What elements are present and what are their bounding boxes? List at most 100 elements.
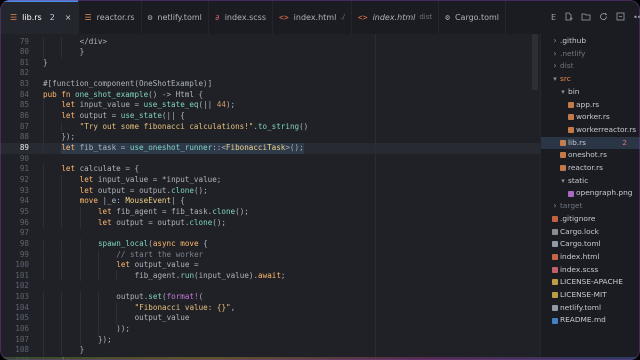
- indent-guide: [79, 334, 81, 346]
- line-number: 82: [19, 68, 29, 78]
- tab-Cargo-toml[interactable]: ⚙ Cargo.toml: [439, 0, 507, 34]
- tree-item-workerreactor-rs[interactable]: workerreactor.rs: [541, 124, 640, 137]
- code-line[interactable]: 101 fib_agent.run(input_value).await;: [0, 270, 540, 282]
- editor-tabs: ☰ lib.rs 2 × ☰ reactor.rs ⚙ netlify.toml ∂ index.…: [0, 0, 507, 34]
- tree-item-reactor-rs[interactable]: reactor.rs: [541, 162, 640, 175]
- tree-item-readme-md[interactable]: README.md: [541, 314, 640, 327]
- new-file-icon[interactable]: [564, 12, 573, 23]
- code-token: async move: [152, 238, 204, 248]
- tree-item-dist[interactable]: › dist: [541, 60, 640, 73]
- code-line[interactable]: 108}: [0, 345, 540, 356]
- indent-guide: [61, 238, 63, 250]
- code-editor[interactable]: 79 </div> 80} 81} 82 83 #[function_component(O…: [0, 34, 540, 360]
- tree-item-lib-rs[interactable]: lib.rs 2: [541, 136, 640, 150]
- code-line[interactable]: 81}: [0, 58, 540, 69]
- indent-guide: [43, 324, 44, 335]
- code-line[interactable]: 98 spawn_local(async move {: [0, 238, 540, 250]
- tree-item-index-html[interactable]: index.html: [541, 251, 640, 264]
- code-token: ;: [280, 270, 286, 280]
- editor-window: ☰ lib.rs 2 × ☰ reactor.rs ⚙ netlify.toml ∂ index.…: [0, 0, 640, 360]
- code-line[interactable]: 82: [0, 68, 540, 79]
- tree-item-static[interactable]: ▾ static: [541, 175, 640, 188]
- code-line[interactable]: 99 // start the worker: [0, 249, 540, 261]
- new-folder-icon[interactable]: [581, 12, 591, 23]
- indent-guide: [116, 270, 118, 282]
- code-line[interactable]: 84 pub fn one_shot_example() -> Html {: [0, 90, 540, 101]
- tab-index-scss[interactable]: ∂ index.scss: [209, 0, 274, 34]
- tree-item-dot-netlify[interactable]: › .netlify: [541, 48, 640, 61]
- indent-guide: [97, 270, 99, 282]
- code-line[interactable]: 83 #[function_component(OneShotExample)]: [0, 79, 540, 90]
- tree-item-oneshot-rs[interactable]: oneshot.rs: [541, 149, 640, 162]
- tab-index-html-root[interactable]: <> index.html ./: [273, 0, 352, 34]
- code-line[interactable]: 100 let output_value =: [0, 260, 540, 271]
- code-text: let fib_agent = fib_task.clone();: [98, 207, 249, 218]
- code-line[interactable]: 85 let input_value = use_state_eq(|| 44);: [0, 100, 540, 112]
- tree-item-license-mit[interactable]: LICENSE-MIT: [541, 289, 640, 302]
- code-text: </div>: [80, 37, 107, 48]
- code-token: spawn_local: [97, 238, 149, 248]
- tab-lib-rs[interactable]: ☰ lib.rs 2 ×: [0, 0, 79, 34]
- collapse-all-icon[interactable]: [616, 12, 625, 23]
- code-line-current[interactable]: 89 let fib_task = use_oneshot_runner::<Fi…: [0, 143, 540, 154]
- indent-guide: [97, 292, 99, 303]
- tree-item-cargo-toml[interactable]: Cargo.toml: [541, 238, 640, 251]
- line-number: 105: [15, 313, 29, 323]
- tab-netlify-toml[interactable]: ⚙ netlify.toml: [142, 0, 209, 34]
- code-line[interactable]: 105 output_value: [0, 313, 540, 325]
- code-line[interactable]: 86 let output = use_state(|| {: [0, 111, 540, 122]
- tree-item-index-scss[interactable]: index.scss: [541, 264, 640, 277]
- tab-index-html-dist[interactable]: <> index.html dist: [352, 0, 440, 34]
- code-line[interactable]: 96 let output = output.clone();: [0, 217, 540, 229]
- code-line[interactable]: 90: [0, 154, 540, 165]
- refresh-icon[interactable]: [599, 12, 608, 23]
- code-line[interactable]: 79 </div>: [0, 36, 540, 48]
- code-text: });: [98, 335, 112, 346]
- editor-scrollbar-thumb[interactable]: [532, 34, 538, 90]
- tab-reactor-rs[interactable]: ☰ reactor.rs: [79, 0, 142, 34]
- tree-item-bin[interactable]: ▾ bin: [541, 86, 640, 99]
- indent-guide: [43, 132, 44, 143]
- code-line[interactable]: 102: [0, 281, 540, 292]
- code-token: ();: [193, 185, 208, 195]
- tree-item-worker-rs[interactable]: worker.rs: [541, 111, 640, 124]
- tree-item-app-rs[interactable]: app.rs: [541, 99, 640, 112]
- code-line[interactable]: 91 let calculate = {: [0, 164, 540, 175]
- code-line[interactable]: 94 move |_e: MouseEvent| {: [0, 196, 540, 207]
- chevron-right-icon: ›: [553, 36, 557, 45]
- tree-item-netlify-toml[interactable]: netlify.toml: [541, 302, 640, 315]
- code-line[interactable]: 88});: [0, 132, 540, 143]
- tree-item-dot-gitignore[interactable]: .gitignore: [541, 213, 640, 226]
- line-number: 86: [19, 111, 29, 121]
- code-line[interactable]: 80}: [0, 47, 540, 58]
- tree-item-label: worker.rs: [576, 112, 610, 122]
- gear-icon: ⚙: [445, 12, 450, 22]
- code-line[interactable]: 103 output.set(format!(: [0, 292, 540, 303]
- tree-item-cargo-lock[interactable]: Cargo.lock: [541, 226, 640, 239]
- tree-item-target[interactable]: › target: [541, 200, 640, 213]
- code-token: });: [97, 334, 112, 344]
- more-actions-icon[interactable]: •••: [633, 13, 640, 22]
- code-line[interactable]: 92 let input_value = *input_value;: [0, 174, 540, 186]
- code-line[interactable]: 95 let fib_agent = fib_task.clone();: [0, 206, 540, 218]
- tree-item-src[interactable]: ▾ src: [541, 73, 640, 86]
- tab-label: Cargo.toml: [454, 12, 500, 22]
- code-line[interactable]: 104 "Fibonacci value: {}",: [0, 302, 540, 314]
- close-tab-icon[interactable]: ×: [65, 13, 72, 22]
- indent-guide: [43, 196, 44, 207]
- tree-item-dot-github[interactable]: › .github: [541, 35, 640, 48]
- rust-file-icon: [560, 139, 566, 146]
- indent-guide: [43, 36, 44, 48]
- indent-guide: [61, 292, 63, 303]
- code-line[interactable]: 107});: [0, 334, 540, 346]
- tree-item-license-apache[interactable]: LICENSE-APACHE: [541, 276, 640, 289]
- tree-item-label: oneshot.rs: [568, 150, 607, 160]
- line-number: 106: [15, 324, 29, 334]
- editor-scrollbar[interactable]: [532, 34, 538, 360]
- code-line[interactable]: 87 "Try out some fibonacci calculations!"…: [0, 121, 540, 133]
- code-line[interactable]: 93 let output = output.clone();: [0, 185, 540, 197]
- tree-item-opengraph-png[interactable]: opengraph.png: [541, 187, 640, 200]
- code-line[interactable]: 106));: [0, 324, 540, 335]
- code-token: clone: [189, 217, 213, 227]
- code-line[interactable]: 97: [0, 228, 540, 239]
